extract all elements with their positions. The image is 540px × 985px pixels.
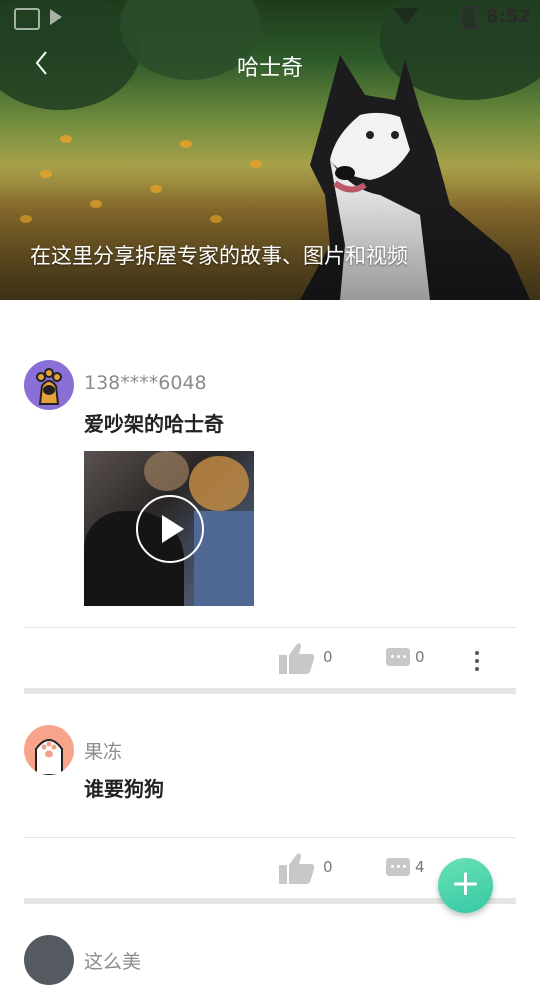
- page-title: 哈士奇: [236, 56, 303, 81]
- comment-count: 0: [415, 648, 425, 666]
- post-card: 138****6048 爱吵架的哈士奇: [24, 360, 516, 620]
- comment-icon[interactable]: [386, 858, 410, 876]
- video-thumbnail[interactable]: [84, 451, 254, 606]
- cat-paw-avatar-icon: [35, 739, 63, 775]
- play-icon[interactable]: [136, 495, 204, 563]
- like-count: 0: [323, 858, 333, 876]
- comment-count: 4: [415, 858, 425, 876]
- post-actions: 0 0: [0, 640, 540, 680]
- like-count: 0: [323, 648, 333, 666]
- status-bar: 8:52: [0, 0, 540, 36]
- post-text: 谁要狗狗: [84, 777, 164, 801]
- post-separator: [24, 688, 516, 694]
- status-time: 8:52: [486, 6, 531, 27]
- post-text: 爱吵架的哈士奇: [84, 412, 224, 436]
- plus-icon: +: [450, 863, 481, 904]
- notification-icon: [14, 8, 40, 30]
- thumbs-up-icon[interactable]: [279, 852, 315, 884]
- post-username[interactable]: 这么美: [84, 947, 141, 974]
- post-username[interactable]: 138****6048: [84, 372, 207, 394]
- post-card: 这么美: [24, 935, 516, 985]
- banner-caption: 在这里分享拆屋专家的故事、图片和视频: [30, 244, 408, 268]
- avatar[interactable]: [24, 935, 74, 985]
- avatar[interactable]: [24, 725, 74, 775]
- paw-avatar-icon: [36, 368, 62, 405]
- divider: [24, 837, 516, 838]
- divider: [24, 627, 516, 628]
- thumbs-up-icon[interactable]: [279, 642, 315, 674]
- post-card: 果冻 谁要狗狗: [24, 725, 516, 825]
- comment-icon[interactable]: [386, 648, 410, 666]
- add-post-button[interactable]: +: [438, 858, 493, 913]
- wifi-icon: [393, 8, 419, 25]
- play-store-icon: [50, 9, 62, 25]
- battery-icon: [461, 6, 477, 30]
- avatar[interactable]: [24, 360, 74, 410]
- more-options-icon[interactable]: [470, 644, 484, 671]
- post-username[interactable]: 果冻: [84, 737, 122, 764]
